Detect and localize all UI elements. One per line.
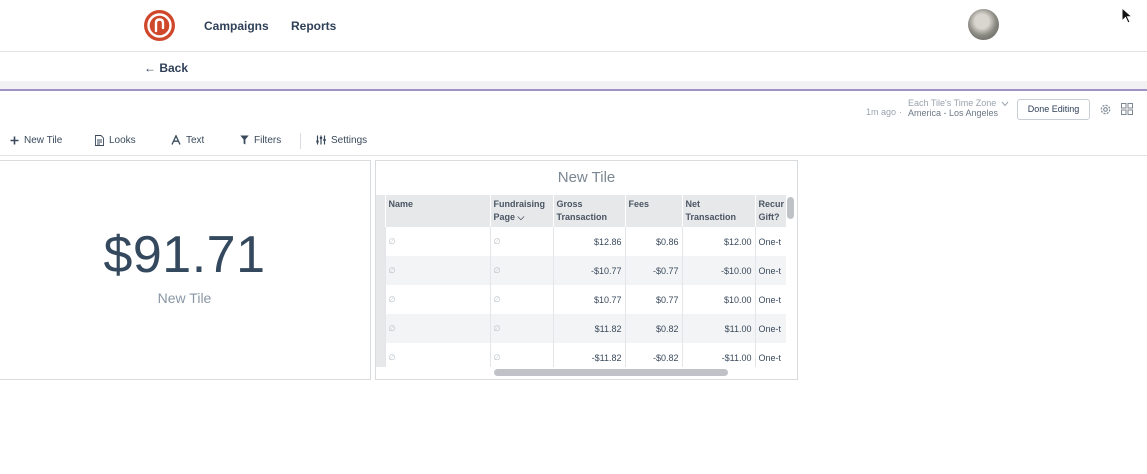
null-value: ∅ — [385, 343, 491, 367]
cell-gross: -$11.82 — [553, 343, 626, 367]
null-value: ∅ — [385, 256, 491, 285]
table-row: ∅ ∅ $10.77 $0.77 $10.00 One-t — [376, 285, 786, 314]
cell-net: $11.00 — [682, 314, 756, 343]
cell-net: $10.00 — [682, 285, 756, 314]
vertical-scrollbar[interactable] — [787, 197, 794, 219]
nav-link-campaigns[interactable]: Campaigns — [204, 19, 269, 33]
new-tile-button[interactable]: New Tile — [10, 133, 62, 147]
data-table-container: Name Fundraising Page ⌵ Gross Transaction … — [376, 195, 786, 367]
column-header-recurring-gift[interactable]: Recur Gift? — [755, 195, 786, 227]
table-row: ∅ ∅ $11.82 $0.82 $11.00 One-t — [376, 314, 786, 343]
done-editing-button[interactable]: Done Editing — [1017, 99, 1090, 120]
table-row: ∅ ∅ $12.86 $0.86 $12.00 One-t — [376, 227, 786, 256]
cell-net: -$10.00 — [682, 256, 756, 285]
looks-button[interactable]: Looks — [95, 133, 136, 147]
divider-band — [0, 81, 1147, 89]
cell-fees: -$0.77 — [625, 256, 683, 285]
toolbar-divider — [300, 133, 301, 149]
single-value-tile[interactable]: $91.71 New Tile — [0, 160, 371, 380]
column-header-gross-transaction[interactable]: Gross Transaction — [553, 195, 626, 227]
text-label: Text — [186, 134, 205, 146]
single-value: $91.71 — [103, 226, 266, 284]
back-link[interactable]: ← Back — [144, 61, 188, 75]
column-header-fundraising-page[interactable]: Fundraising Page ⌵ — [490, 195, 554, 227]
grid-icon[interactable] — [1121, 103, 1133, 115]
updated-ago: 1m ago — [866, 107, 897, 117]
cell-recurring: One-t — [755, 343, 786, 367]
cell-fees: $0.82 — [625, 314, 683, 343]
back-bar: ← Back — [0, 52, 1147, 82]
cell-net: $12.00 — [682, 227, 756, 256]
cell-recurring: One-t — [755, 285, 786, 314]
cursor-icon — [1121, 7, 1133, 24]
cell-recurring: One-t — [755, 227, 786, 256]
cell-fees: -$0.82 — [625, 343, 683, 367]
document-icon — [95, 134, 104, 146]
horizontal-scrollbar[interactable] — [494, 369, 728, 376]
cell-net: -$11.00 — [682, 343, 756, 367]
cell-gross: $11.82 — [553, 314, 626, 343]
table-tile[interactable]: New Tile Name Fundraising Page ⌵ Gross Tra… — [375, 160, 798, 380]
top-nav: Campaigns Reports — [0, 0, 1147, 52]
cell-gross: $12.86 — [553, 227, 626, 256]
null-value: ∅ — [385, 227, 491, 256]
logo-icon[interactable] — [144, 10, 175, 41]
nav-link-reports[interactable]: Reports — [291, 19, 336, 33]
cell-fees: $0.86 — [625, 227, 683, 256]
null-value: ∅ — [490, 227, 554, 256]
filters-button[interactable]: Filters — [240, 133, 281, 147]
column-header-name[interactable]: Name — [385, 195, 491, 227]
null-value: ∅ — [385, 314, 491, 343]
settings-button[interactable]: Settings — [316, 133, 367, 147]
dashboard-toolbar: New Tile Looks Text Filters Settings — [0, 126, 1147, 156]
timezone-selector[interactable]: Each Tile's Time Zone — [908, 98, 1009, 108]
null-value: ∅ — [385, 285, 491, 314]
text-button[interactable]: Text — [171, 133, 204, 147]
text-icon — [171, 135, 181, 145]
avatar[interactable] — [968, 9, 999, 40]
timezone-label: Each Tile's Time Zone — [908, 98, 997, 108]
cell-gross: -$10.77 — [553, 256, 626, 285]
cell-recurring: One-t — [755, 314, 786, 343]
column-header-fees[interactable]: Fees — [625, 195, 683, 227]
settings-label: Settings — [331, 134, 368, 146]
timezone-value: America - Los Angeles — [908, 108, 999, 118]
cell-gross: $10.77 — [553, 285, 626, 314]
settings-sliders-icon — [316, 135, 326, 145]
filters-label: Filters — [254, 134, 282, 146]
new-tile-label: New Tile — [24, 134, 63, 146]
column-header-net-transaction[interactable]: Net Transaction — [682, 195, 756, 227]
accent-line — [0, 89, 1147, 91]
cell-recurring: One-t — [755, 256, 786, 285]
null-value: ∅ — [490, 256, 554, 285]
row-gutter-header — [376, 195, 386, 227]
table-row: ∅ ∅ -$11.82 -$0.82 -$11.00 One-t — [376, 343, 786, 367]
cell-fees: $0.77 — [625, 285, 683, 314]
null-value: ∅ — [490, 343, 554, 367]
table-row: ∅ ∅ -$10.77 -$0.77 -$10.00 One-t — [376, 256, 786, 285]
null-value: ∅ — [490, 285, 554, 314]
looks-label: Looks — [109, 134, 136, 146]
tile-title: New Tile — [557, 169, 616, 186]
single-value-caption: New Tile — [157, 290, 212, 306]
gear-icon[interactable] — [1099, 103, 1112, 116]
meta-separator: · — [899, 107, 902, 117]
null-value: ∅ — [490, 314, 554, 343]
chevron-down-icon — [1001, 101, 1009, 106]
plus-icon — [10, 136, 19, 144]
table-header-row: Name Fundraising Page ⌵ Gross Transaction … — [376, 195, 786, 227]
filter-icon — [240, 135, 249, 145]
data-table: Name Fundraising Page ⌵ Gross Transaction … — [376, 195, 786, 367]
